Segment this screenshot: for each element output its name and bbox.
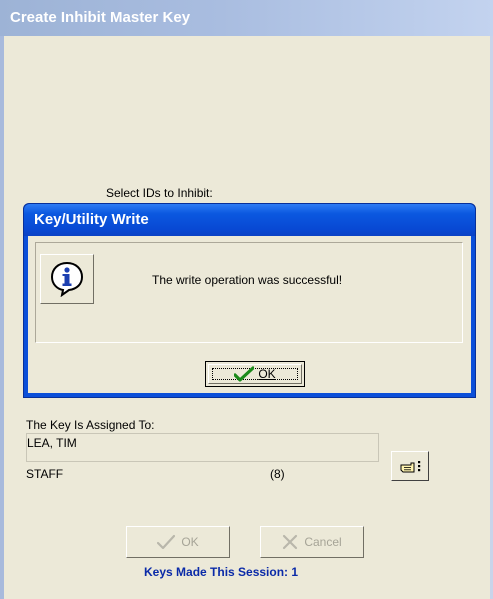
cancel-x-icon [283,534,298,550]
pointing-hand-icon [400,461,421,473]
dialog-title: Key/Utility Write [24,204,475,236]
assigned-name-field: LEA, TIM [26,433,379,462]
key-utility-write-dialog: Key/Utility Write The write operation wa… [23,203,476,398]
focus-rectangle: OK [212,366,298,382]
message-panel: The write operation was successful! [35,242,463,343]
select-person-button[interactable] [391,451,429,481]
success-message: The write operation was successful! [152,273,343,287]
window-title: Create Inhibit Master Key [0,0,493,36]
ok-button[interactable]: OK [126,526,230,558]
assigned-count: (8) [270,467,285,481]
cancel-button-label: Cancel [304,535,342,549]
session-count-text: Keys Made This Session: 1 [144,565,299,579]
assigned-role: STAFF [26,467,64,481]
cancel-button[interactable]: Cancel [260,526,364,558]
ok-button-label: OK [181,535,199,549]
key-assigned-label: The Key Is Assigned To: [26,418,155,432]
dialog-body: The write operation was successful! OK [28,236,471,393]
dialog-ok-button[interactable]: OK [205,361,305,387]
dialog-ok-label: OK [258,367,276,381]
information-icon-button [40,254,94,304]
checkmark-icon [234,366,255,382]
select-ids-label: Select IDs to Inhibit: [106,186,213,200]
information-icon [50,261,84,297]
checkmark-icon [157,534,176,550]
window-left-border [0,36,4,599]
create-inhibit-master-key-window: Create Inhibit Master Key Select IDs to … [0,0,493,599]
